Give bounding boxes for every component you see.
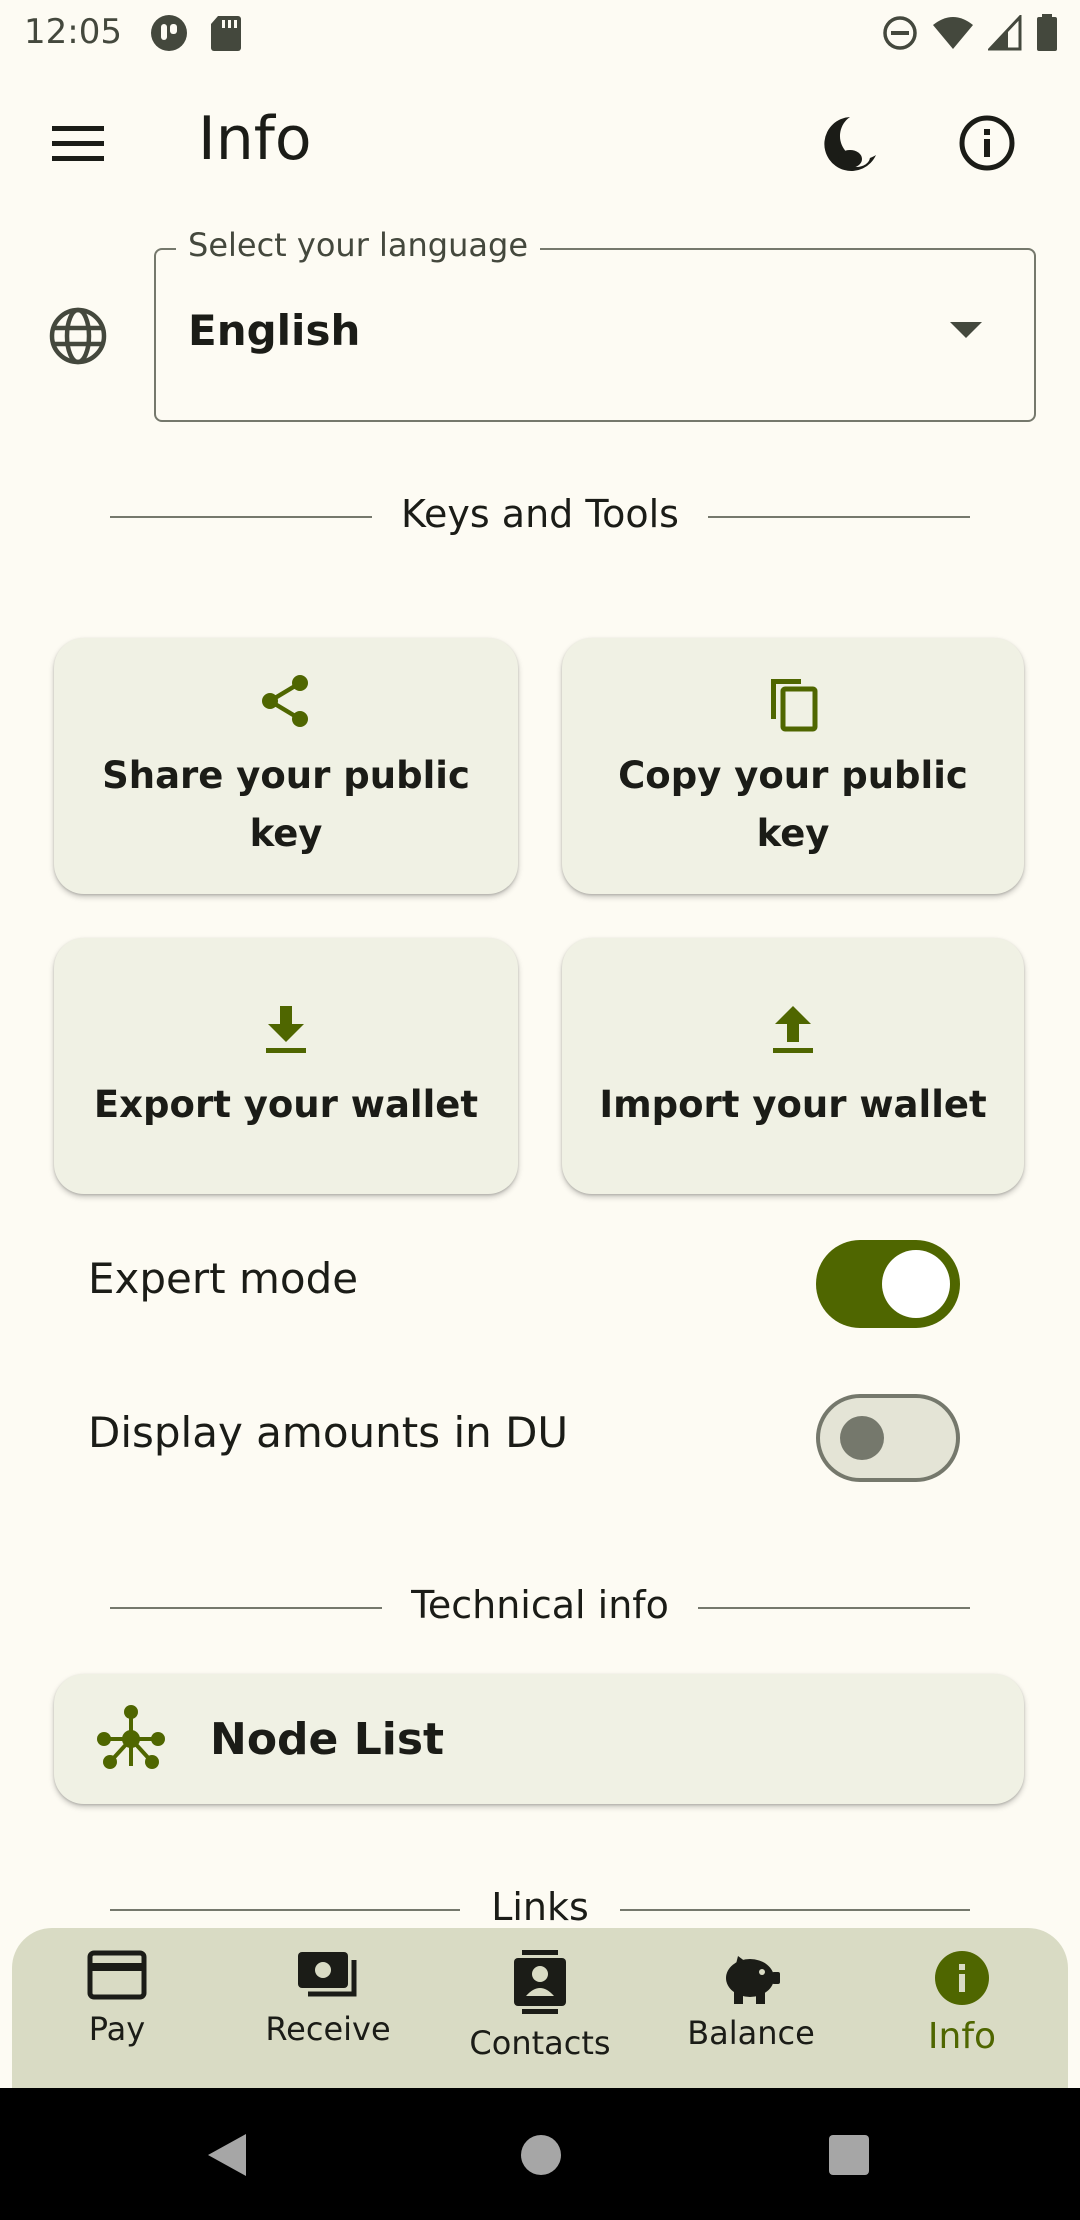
status-right-icons (882, 14, 1058, 52)
recents-icon[interactable] (828, 2134, 870, 2176)
nav-label-pay: Pay (88, 2010, 146, 2048)
display-du-label: Display amounts in DU (88, 1408, 569, 1457)
status-time: 12:05 (24, 12, 122, 52)
share-public-key-button[interactable]: Share your public key (54, 638, 518, 894)
language-select-value: English (188, 306, 361, 355)
menu-button[interactable] (40, 110, 116, 176)
node-list-label: Node List (210, 1713, 445, 1765)
divider-line-right (708, 516, 970, 518)
credit-card-icon (87, 1950, 147, 2000)
do-not-disturb-icon (883, 16, 917, 50)
import-wallet-button[interactable]: Import your wallet (562, 938, 1024, 1194)
section-title-links: Links (491, 1885, 589, 1929)
sd-card-icon (211, 16, 241, 51)
upload-icon (773, 1006, 813, 1053)
piggy-bank-icon (726, 1956, 780, 2004)
about-button[interactable] (950, 106, 1024, 180)
info-filled-icon (935, 1951, 989, 2005)
app-notification-icon (151, 15, 187, 51)
cash-icon (298, 1952, 357, 1997)
theme-toggle-button[interactable] (810, 106, 890, 180)
battery-icon (1037, 14, 1057, 51)
nav-item-balance[interactable]: Balance (651, 1950, 851, 2080)
nav-item-pay[interactable]: Pay (17, 1950, 217, 2080)
info-icon (959, 115, 1015, 171)
section-title-keys-tools: Keys and Tools (401, 492, 679, 536)
globe-icon (49, 307, 107, 365)
download-icon (266, 1006, 306, 1053)
share-icon (262, 675, 308, 727)
copy-public-key-button[interactable]: Copy your public key (562, 638, 1024, 894)
section-title-technical: Technical info (411, 1583, 669, 1627)
divider-line-left (110, 1909, 460, 1911)
nav-label-info: Info (927, 2016, 997, 2057)
home-icon[interactable] (520, 2134, 562, 2176)
status-left-icons (150, 14, 242, 52)
node-list-button[interactable]: Node List (54, 1674, 1024, 1804)
divider-line-right (698, 1607, 970, 1609)
switch-thumb (882, 1250, 950, 1318)
nav-label-contacts: Contacts (469, 2024, 611, 2062)
copy-public-key-label: Copy your public key (618, 754, 968, 855)
switch-thumb (840, 1416, 884, 1460)
display-du-switch[interactable] (816, 1394, 960, 1482)
wifi-icon (933, 17, 973, 49)
nav-item-contacts[interactable]: Contacts (440, 1950, 640, 2080)
nav-label-receive: Receive (265, 2010, 391, 2048)
export-wallet-button[interactable]: Export your wallet (54, 938, 518, 1194)
expert-mode-label: Expert mode (88, 1254, 359, 1303)
nav-label-balance: Balance (687, 2014, 815, 2052)
hamburger-icon (52, 126, 104, 161)
night-mode-icon (824, 117, 876, 171)
nav-item-info[interactable]: Info (862, 1950, 1062, 2080)
network-nodes-icon (97, 1705, 165, 1769)
divider-line-left (110, 516, 372, 518)
expert-mode-switch[interactable] (816, 1240, 960, 1328)
copy-icon (771, 679, 818, 732)
dropdown-arrow-icon (950, 322, 982, 338)
page-title: Info (198, 104, 312, 174)
import-wallet-label: Import your wallet (599, 1083, 987, 1126)
nav-item-receive[interactable]: Receive (228, 1950, 428, 2080)
language-select-label: Select your language (176, 226, 540, 264)
signal-icon (988, 15, 1022, 51)
contact-card-icon (514, 1950, 566, 2014)
export-wallet-label: Export your wallet (93, 1083, 479, 1126)
share-public-key-label: Share your public key (102, 754, 470, 855)
divider-line-right (620, 1909, 970, 1911)
divider-line-left (110, 1607, 382, 1609)
back-icon[interactable] (206, 2132, 248, 2178)
